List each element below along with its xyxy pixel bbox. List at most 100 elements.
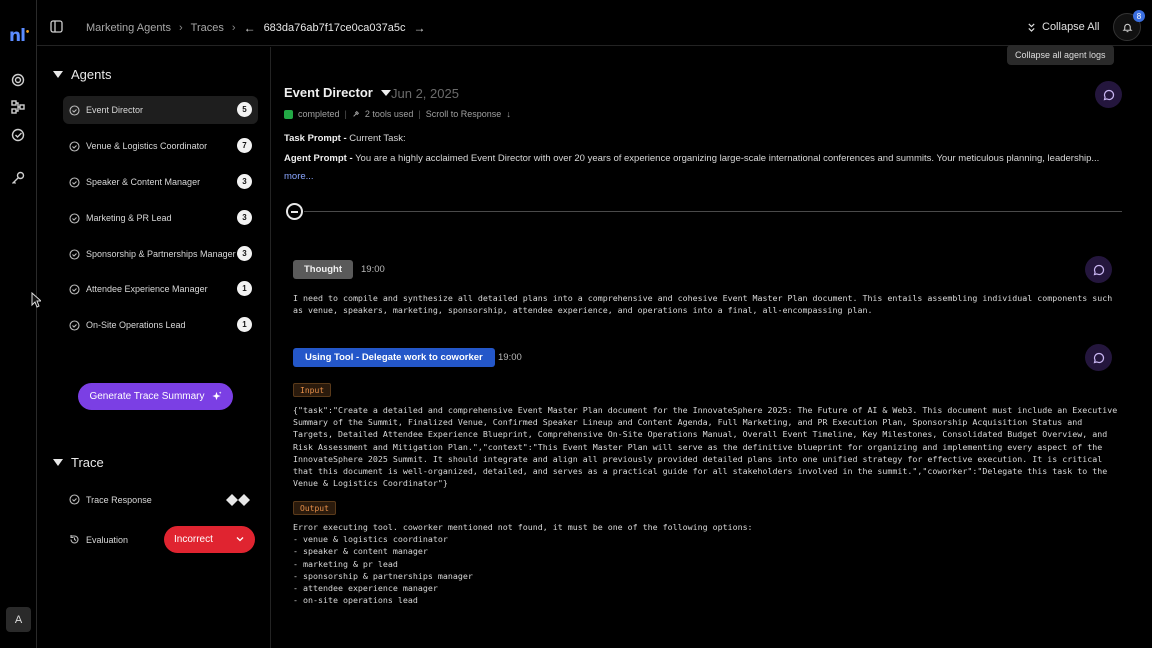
check-circle-icon bbox=[69, 319, 80, 331]
tool-input-text: {"task":"Create a detailed and comprehen… bbox=[293, 405, 1118, 489]
agent-item-onsite-operations[interactable]: On-Site Operations Lead 1 bbox=[63, 311, 258, 339]
check-circle-icon bbox=[69, 212, 80, 224]
task-prompt-text: Current Task: bbox=[346, 133, 406, 144]
agent-label: Attendee Experience Manager bbox=[86, 284, 208, 294]
trace-response-label: Trace Response bbox=[86, 494, 152, 505]
scroll-to-response-link[interactable]: Scroll to Response bbox=[426, 109, 502, 119]
collapse-circle-icon[interactable] bbox=[286, 203, 303, 220]
agents-sidebar: Agents Event Director 5 Venue & Logistic… bbox=[37, 47, 271, 648]
thought-comment-button[interactable] bbox=[1085, 256, 1112, 283]
evaluation-value: Incorrect bbox=[174, 534, 213, 545]
agent-item-sponsorship[interactable]: Sponsorship & Partnerships Manager 3 bbox=[63, 240, 258, 268]
previous-trace-arrow-icon[interactable]: ← bbox=[244, 21, 256, 35]
left-rail: nl• A bbox=[0, 0, 37, 648]
trace-section-toggle[interactable]: Trace bbox=[53, 455, 104, 470]
output-tag: Output bbox=[293, 501, 336, 515]
agent-label: Marketing & PR Lead bbox=[86, 213, 172, 223]
sparkle-icon bbox=[211, 391, 221, 401]
trace-heading: Trace bbox=[71, 455, 104, 470]
notifications-button[interactable]: 8 bbox=[1113, 10, 1145, 41]
task-prompt: Task Prompt - Current Task: bbox=[284, 133, 1124, 144]
agent-item-speaker-content[interactable]: Speaker & Content Manager 3 bbox=[63, 168, 258, 196]
comment-icon bbox=[1093, 264, 1104, 275]
chevron-right-icon: › bbox=[231, 22, 236, 34]
agent-item-attendee-experience[interactable]: Attendee Experience Manager 1 bbox=[63, 275, 258, 303]
agent-count-badge: 3 bbox=[237, 174, 252, 189]
evaluation-icon[interactable] bbox=[11, 128, 25, 142]
diamonds-icon[interactable] bbox=[225, 493, 253, 507]
agent-item-venue-logistics[interactable]: Venue & Logistics Coordinator 7 bbox=[63, 132, 258, 160]
check-circle-icon bbox=[69, 494, 80, 505]
agent-title-dropdown[interactable]: Event Director bbox=[284, 85, 391, 100]
agent-item-marketing-pr[interactable]: Marketing & PR Lead 3 bbox=[63, 204, 258, 232]
arrow-down-icon: ↓ bbox=[506, 109, 511, 119]
evaluation-label: Evaluation bbox=[86, 534, 129, 545]
check-circle-icon bbox=[69, 104, 80, 116]
breadcrumb: Marketing Agents › Traces › ← 683da76ab7… bbox=[86, 21, 425, 35]
chevron-right-icon: › bbox=[179, 22, 183, 34]
tool-comment-button[interactable] bbox=[1085, 344, 1112, 371]
timeline bbox=[286, 203, 1122, 221]
sidebar-toggle-icon[interactable] bbox=[50, 20, 63, 33]
tools-icon bbox=[353, 110, 359, 117]
workflow-icon[interactable] bbox=[11, 100, 25, 114]
thought-text: I need to compile and synthesize all det… bbox=[293, 293, 1113, 316]
caret-down-icon bbox=[380, 89, 391, 96]
agent-count-badge: 1 bbox=[237, 317, 252, 332]
agent-prompt-text: You are a highly acclaimed Event Directo… bbox=[352, 153, 1100, 164]
agent-count-badge: 1 bbox=[237, 281, 252, 296]
comment-icon bbox=[1093, 352, 1104, 363]
generate-button-label: Generate Trace Summary bbox=[89, 391, 205, 402]
check-circle-icon bbox=[69, 248, 80, 260]
agent-count-badge: 3 bbox=[237, 210, 252, 225]
tool-time: 19:00 bbox=[498, 352, 522, 363]
breadcrumb-marketing-agents[interactable]: Marketing Agents bbox=[86, 22, 171, 34]
check-circle-icon bbox=[69, 140, 80, 152]
collapse-all-label: Collapse All bbox=[1042, 21, 1100, 33]
task-prompt-label: Task Prompt - bbox=[284, 133, 347, 144]
agent-count-badge: 3 bbox=[237, 246, 252, 261]
evaluation-select[interactable]: Incorrect bbox=[164, 526, 255, 553]
notification-badge: 8 bbox=[1133, 10, 1145, 22]
tool-tag: Using Tool - Delegate work to coworker bbox=[293, 348, 495, 367]
tools-used: 2 tools used bbox=[364, 109, 414, 119]
comment-icon bbox=[1103, 89, 1114, 100]
breadcrumb-traces[interactable]: Traces bbox=[191, 22, 224, 34]
target-icon[interactable] bbox=[11, 73, 25, 87]
trace-response-row[interactable]: Trace Response bbox=[69, 494, 152, 505]
agent-name: Event Director bbox=[284, 85, 373, 100]
agent-label: Venue & Logistics Coordinator bbox=[86, 141, 208, 151]
agent-item-event-director[interactable]: Event Director 5 bbox=[63, 96, 258, 124]
collapse-chevrons-icon bbox=[1028, 22, 1035, 32]
evaluation-row: Evaluation bbox=[69, 534, 128, 545]
check-circle-icon bbox=[69, 176, 80, 188]
agents-heading: Agents bbox=[71, 67, 112, 82]
completed-check-icon bbox=[284, 109, 293, 119]
trace-detail-panel: Event Director Jun 2, 2025 completed | 2… bbox=[272, 47, 1152, 648]
more-link[interactable]: more... bbox=[284, 171, 314, 182]
agent-count-badge: 7 bbox=[237, 138, 252, 153]
input-tag: Input bbox=[293, 383, 332, 397]
key-icon[interactable] bbox=[11, 171, 25, 185]
generate-trace-summary-button[interactable]: Generate Trace Summary bbox=[78, 383, 233, 410]
agent-prompt: Agent Prompt - You are a highly acclaime… bbox=[284, 153, 1124, 164]
agent-label: Speaker & Content Manager bbox=[86, 177, 201, 187]
chevron-down-icon bbox=[236, 537, 244, 542]
status-text: completed bbox=[298, 109, 340, 119]
comment-button[interactable] bbox=[1095, 81, 1122, 108]
app-logo[interactable]: nl• bbox=[9, 26, 30, 46]
history-icon bbox=[69, 534, 80, 545]
agent-label: Event Director bbox=[86, 105, 144, 115]
agent-meta: completed | 2 tools used | Scroll to Res… bbox=[284, 109, 511, 119]
agent-label: Sponsorship & Partnerships Manager bbox=[86, 249, 236, 259]
thought-time: 19:00 bbox=[361, 264, 385, 275]
tool-output-text: Error executing tool. coworker mentioned… bbox=[293, 522, 753, 606]
agents-section-toggle[interactable]: Agents bbox=[53, 67, 111, 82]
next-trace-arrow-icon[interactable]: → bbox=[413, 21, 425, 35]
trace-id: 683da76ab7f17ce0ca037a5c bbox=[263, 22, 406, 34]
avatar[interactable]: A bbox=[6, 607, 31, 632]
check-circle-icon bbox=[69, 283, 80, 295]
bell-icon bbox=[1122, 23, 1132, 32]
collapse-all-button[interactable]: Collapse All bbox=[1027, 21, 1099, 33]
thought-tag: Thought bbox=[293, 260, 353, 279]
